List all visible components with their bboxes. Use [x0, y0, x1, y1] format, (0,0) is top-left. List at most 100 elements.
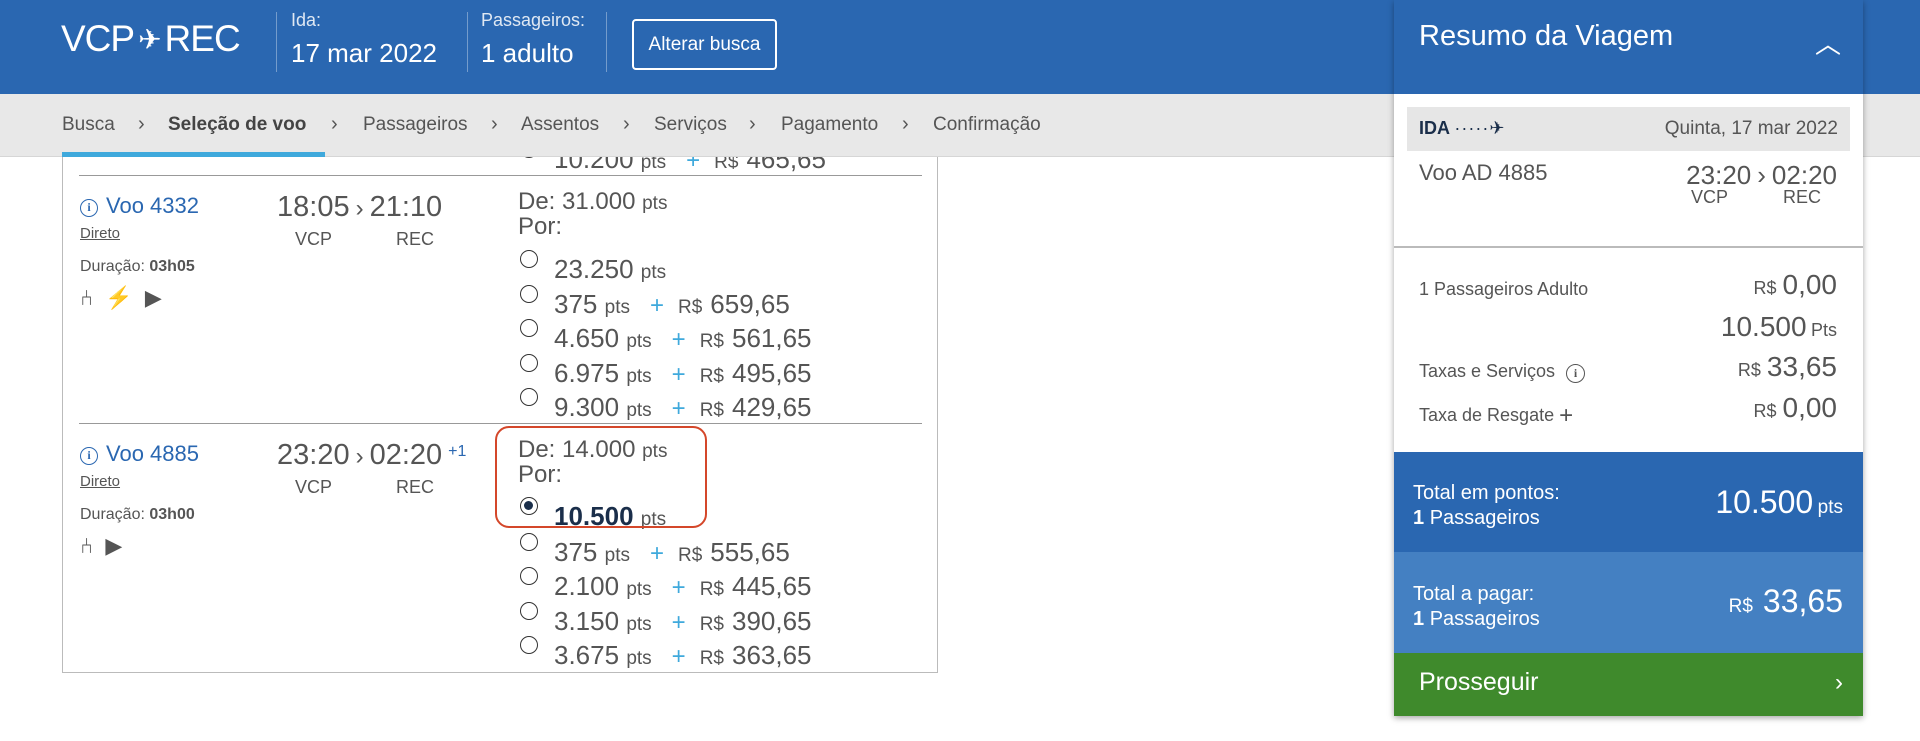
selection-highlight — [495, 426, 707, 528]
info-icon: i — [80, 199, 98, 217]
fare-radio[interactable] — [520, 602, 538, 620]
row-divider — [79, 423, 922, 424]
chevron-right-icon: › — [331, 113, 338, 135]
chevron-right-icon: › — [491, 113, 498, 135]
total-pay-pax: 1 Passageiros — [1413, 608, 1540, 630]
play-icon: ▶ — [144, 285, 162, 310]
airplane-icon: ·····✈ — [1454, 118, 1506, 138]
summary-header[interactable]: Resumo da Viagem ︿ — [1394, 0, 1863, 94]
seat-icon: ⑃ — [80, 533, 94, 558]
chevron-right-icon: › — [902, 113, 909, 135]
taxes-label: Taxas e Serviços i — [1419, 361, 1586, 383]
total-points-value: 10.500 pts — [1715, 484, 1843, 520]
fare-radio[interactable] — [520, 533, 538, 551]
plus-icon[interactable]: + — [1559, 402, 1573, 429]
fare-radio[interactable] — [520, 250, 538, 268]
power-plug-icon: ⚡ — [105, 285, 133, 310]
plus-icon: + — [671, 361, 686, 388]
trip-summary-panel: Resumo da Viagem ︿ IDA ·····✈ Quinta, 17… — [1394, 0, 1863, 716]
amenities: ⑃ ⚡ ▶ — [80, 285, 162, 311]
fare-radio[interactable] — [520, 157, 538, 158]
divider — [467, 12, 468, 72]
origin-code: VCP — [61, 18, 135, 59]
chevron-right-icon: › — [355, 443, 364, 470]
por-label: Por: — [518, 213, 563, 240]
total-pay-box: Total a pagar: 1 Passageiros R$ 33,65 — [1394, 552, 1863, 653]
breadcrumb-step-pagamento[interactable]: Pagamento — [781, 114, 878, 136]
plus-icon: + — [671, 574, 686, 601]
ida-label: Ida: — [291, 10, 322, 30]
summary-arrive-airport: REC — [1783, 187, 1822, 207]
breadcrumb-step-servicos[interactable]: Serviços — [654, 114, 727, 136]
next-day-badge: +1 — [448, 443, 467, 460]
proceed-button[interactable]: Prosseguir › — [1394, 653, 1863, 716]
plus-icon: + — [671, 395, 686, 422]
total-points-label: Total em pontos: — [1413, 482, 1560, 504]
breadcrumb-step-busca[interactable]: Busca — [62, 114, 115, 136]
plus-icon: + — [671, 609, 686, 636]
redeem-fee-value: R$ 0,00 — [1753, 392, 1837, 423]
route-title: VCP ✈ REC — [61, 18, 241, 60]
chevron-right-icon: › — [1757, 160, 1766, 190]
flight-times: 23:20 › 02:20 +1 — [277, 439, 467, 471]
flight-list: 10.200 pts + R$ 465,65 i Voo 4332 Direto Dur… — [62, 157, 938, 673]
fare-radio[interactable] — [520, 285, 538, 303]
fare-radio[interactable] — [520, 636, 538, 654]
plus-icon: + — [649, 292, 664, 319]
alter-search-button[interactable]: Alterar busca — [632, 19, 777, 70]
row-divider — [79, 175, 922, 176]
direct-link[interactable]: Direto — [80, 225, 120, 242]
depart-airport: VCP — [295, 477, 333, 497]
flight-4885-link[interactable]: i Voo 4885 — [80, 441, 199, 467]
play-icon: ▶ — [105, 533, 123, 558]
passengers-value: 1 adulto — [481, 38, 574, 68]
chevron-right-icon: › — [355, 195, 364, 222]
breadcrumb-step-confirmacao[interactable]: Confirmação — [933, 114, 1041, 136]
airplane-icon: ✈ — [138, 24, 161, 55]
original-price: De: 31.000 pts — [518, 188, 668, 215]
fare-radio[interactable] — [520, 388, 538, 406]
duration: Duração: 03h05 — [80, 258, 195, 275]
chevron-right-icon: › — [1835, 669, 1843, 696]
redeem-fee-label: Taxa de Resgate + — [1419, 402, 1574, 429]
total-pay-value: R$ 33,65 — [1728, 583, 1843, 619]
arrive-airport: REC — [396, 229, 435, 249]
plus-icon: + — [686, 157, 701, 174]
total-pay-label: Total a pagar: — [1413, 583, 1535, 605]
ida-bar: IDA ·····✈ Quinta, 17 mar 2022 — [1407, 107, 1850, 151]
pax-price: R$ 0,00 — [1753, 269, 1837, 300]
ida-date: 17 mar 2022 — [291, 38, 437, 68]
passengers-label: Passageiros: — [481, 10, 586, 30]
summary-title: Resumo da Viagem — [1419, 20, 1674, 52]
chevron-right-icon: › — [623, 113, 630, 135]
seat-icon: ⑃ — [80, 285, 94, 310]
pax-points: 10.500 Pts — [1720, 311, 1837, 342]
fare-radio[interactable] — [520, 354, 538, 372]
divider — [606, 12, 607, 72]
breadcrumb-step-passageiros[interactable]: Passageiros — [363, 114, 468, 136]
fare-radio[interactable] — [520, 567, 538, 585]
total-points-pax: 1 Passageiros — [1413, 507, 1540, 529]
summary-depart-airport: VCP — [1691, 187, 1729, 207]
chevron-up-icon[interactable]: ︿ — [1815, 24, 1841, 61]
plus-icon: + — [649, 540, 664, 567]
ida-date: Quinta, 17 mar 2022 — [1664, 118, 1838, 139]
plus-icon: + — [671, 326, 686, 353]
breadcrumb-step-selecao[interactable]: Seleção de voo — [168, 114, 306, 136]
depart-airport: VCP — [295, 229, 333, 249]
taxes-value: R$ 33,65 — [1737, 351, 1837, 382]
breadcrumb-step-assentos[interactable]: Assentos — [521, 114, 599, 136]
total-points-box: Total em pontos: 1 Passageiros 10.500 pt… — [1394, 452, 1863, 552]
direct-link[interactable]: Direto — [80, 473, 120, 490]
pax-label: 1 Passageiros Adulto — [1419, 279, 1589, 299]
divider — [1394, 246, 1863, 248]
arrive-airport: REC — [396, 477, 435, 497]
info-icon[interactable]: i — [1566, 364, 1586, 383]
chevron-right-icon: › — [749, 113, 756, 135]
divider — [276, 12, 277, 72]
info-icon: i — [80, 447, 98, 465]
plus-icon: + — [671, 643, 686, 670]
duration: Duração: 03h00 — [80, 506, 195, 523]
fare-radio[interactable] — [520, 319, 538, 337]
flight-4332-link[interactable]: i Voo 4332 — [80, 193, 199, 219]
